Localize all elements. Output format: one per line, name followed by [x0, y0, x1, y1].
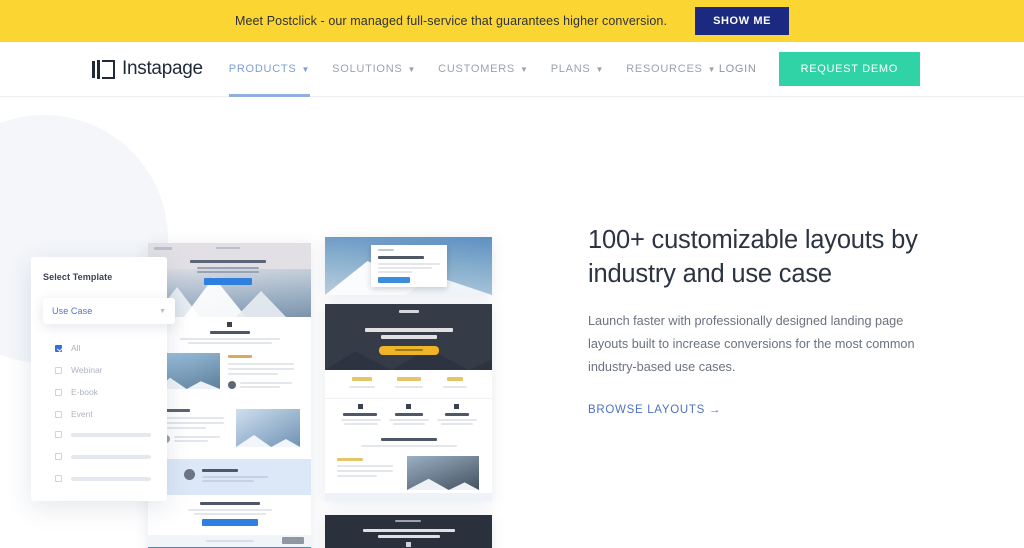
template-thumbnail-dark-cta[interactable] [325, 515, 492, 548]
login-link[interactable]: LOGIN [719, 63, 757, 75]
nav-item-label: PLANS [550, 63, 591, 75]
promo-banner-text: Meet Postclick - our managed full-servic… [234, 14, 668, 28]
promo-banner: Meet Postclick - our managed full-servic… [0, 0, 1024, 42]
template-thumbnail-thank-you[interactable] [325, 237, 492, 295]
main-navigation: Instapage PRODUCTS ▼ SOLUTIONS ▼ CUSTOME… [0, 42, 1024, 97]
filter-option-label: Event [71, 409, 93, 419]
hero-copy: 100+ customizable layouts by industry an… [588, 224, 933, 418]
nav-item-resources[interactable]: RESOURCES ▼ [626, 42, 716, 97]
use-case-dropdown[interactable]: Use Case ▼ [43, 298, 175, 324]
checkbox-icon[interactable] [55, 388, 62, 396]
nav-item-label: RESOURCES [626, 63, 703, 75]
checkbox-icon[interactable] [55, 475, 62, 482]
request-demo-button[interactable]: REQUEST DEMO [778, 52, 920, 86]
nav-item-customers[interactable]: CUSTOMERS ▼ [438, 42, 529, 97]
page-title: 100+ customizable layouts by industry an… [588, 226, 918, 288]
landing-page: Meet Postclick - our managed full-servic… [0, 0, 1024, 548]
select-template-panel: Select Template Use Case ▼ All Webinar E… [31, 257, 175, 501]
chevron-down-icon: ▼ [595, 65, 605, 74]
nav-actions: LOGIN REQUEST DEMO [719, 52, 920, 86]
show-me-button[interactable]: SHOW ME [695, 7, 790, 35]
filter-option-label: E-book [71, 387, 98, 397]
filter-option-ebook[interactable]: E-book [55, 387, 98, 397]
chevron-down-icon: ▼ [520, 65, 529, 74]
browse-layouts-link[interactable]: BROWSE LAYOUTS → [588, 404, 721, 416]
instapage-logo-icon [92, 59, 115, 79]
nav-items: PRODUCTS ▼ SOLUTIONS ▼ CUSTOMERS ▼ PLANS… [228, 42, 717, 97]
checkbox-icon[interactable] [55, 453, 62, 460]
filter-option-placeholder[interactable] [55, 475, 151, 482]
chevron-down-icon: ▼ [707, 65, 717, 74]
nav-item-plans[interactable]: PLANS ▼ [551, 42, 605, 97]
filter-option-all[interactable]: All [55, 343, 80, 353]
nav-item-solutions[interactable]: SOLUTIONS ▼ [332, 42, 416, 97]
filter-option-placeholder[interactable] [55, 431, 151, 438]
filter-option-label: All [71, 343, 81, 353]
template-thumbnail-left[interactable] [148, 243, 311, 548]
nav-item-products[interactable]: PRODUCTS ▼ [228, 42, 311, 97]
nav-item-label: SOLUTIONS [332, 63, 403, 75]
chevron-down-icon: ▼ [407, 65, 417, 74]
checkbox-icon[interactable] [55, 366, 62, 374]
filter-option-placeholder-bar [71, 454, 151, 459]
chevron-down-icon: ▼ [159, 307, 166, 315]
filter-option-label: Webinar [71, 365, 103, 375]
template-thumbnail-dark-hero[interactable] [325, 304, 492, 501]
logo-text: Instapage [122, 58, 203, 79]
checkbox-icon[interactable] [55, 410, 62, 418]
filter-option-event[interactable]: Event [55, 409, 93, 419]
hero-section: Select Template Use Case ▼ All Webinar E… [0, 97, 1024, 548]
filter-option-placeholder[interactable] [55, 453, 151, 460]
chevron-down-icon: ▼ [301, 65, 311, 74]
hero-description: Launch faster with professionally design… [588, 314, 915, 374]
nav-item-label: CUSTOMERS [438, 63, 516, 75]
checkbox-checked-icon[interactable] [55, 344, 62, 352]
use-case-dropdown-label: Use Case [52, 306, 93, 316]
checkbox-icon[interactable] [55, 431, 62, 438]
filter-option-webinar[interactable]: Webinar [55, 365, 103, 375]
panel-title: Select Template [43, 272, 113, 282]
nav-item-label: PRODUCTS [228, 63, 297, 75]
logo[interactable]: Instapage [92, 58, 203, 80]
filter-option-placeholder-bar [71, 476, 151, 481]
filter-option-placeholder-bar [71, 432, 151, 437]
